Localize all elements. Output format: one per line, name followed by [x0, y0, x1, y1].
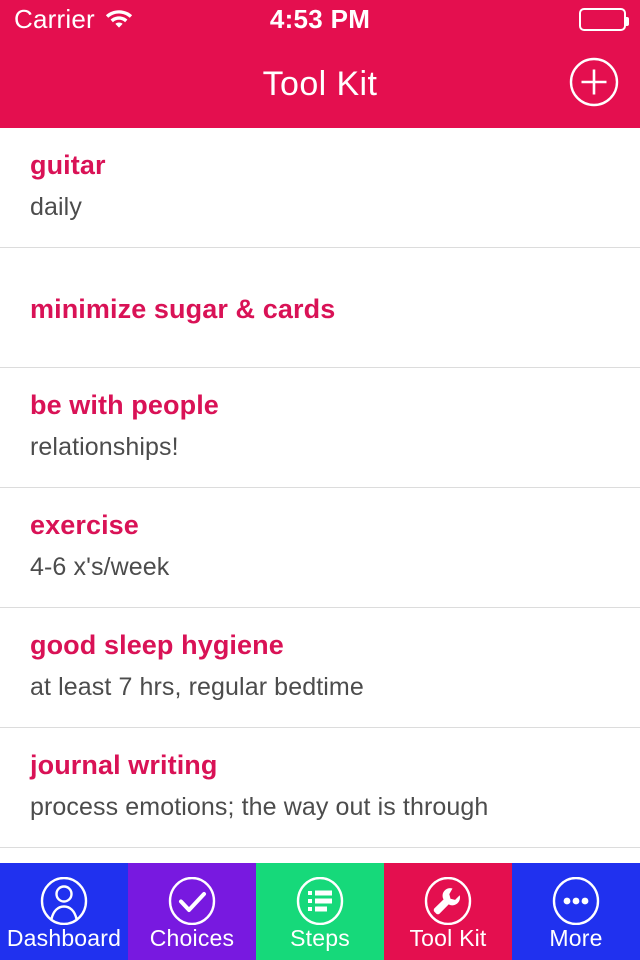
status-bar-center: 4:53 PM	[0, 2, 640, 36]
check-circle-icon	[163, 876, 221, 926]
tab-dashboard[interactable]: Dashboard	[0, 863, 128, 960]
row-subtitle: daily	[30, 193, 82, 221]
table-row[interactable]: guitar daily	[0, 128, 640, 248]
row-title: guitar	[30, 150, 106, 180]
battery-full-icon	[579, 7, 629, 31]
tab-more[interactable]: More	[512, 863, 640, 960]
tab-label: Dashboard	[6, 925, 122, 951]
tab-toolkit[interactable]: Tool Kit	[384, 863, 512, 960]
table-row[interactable]: exercise 4-6 x's/week	[0, 488, 640, 608]
table-row[interactable]: journal writing process emotions; the wa…	[0, 728, 640, 848]
add-button[interactable]	[566, 56, 622, 112]
status-bar-right	[579, 2, 629, 36]
row-title: minimize sugar & cards	[30, 294, 336, 324]
tab-label: Tool Kit	[409, 925, 487, 951]
row-subtitle: process emotions; the way out is through	[30, 793, 489, 821]
table-row[interactable]: be with people relationships!	[0, 368, 640, 488]
row-title: exercise	[30, 510, 139, 540]
tab-label: Steps	[290, 925, 350, 951]
row-title: journal writing	[30, 750, 218, 780]
row-subtitle: at least 7 hrs, regular bedtime	[30, 673, 364, 701]
ellipsis-circle-icon	[547, 876, 605, 926]
page-title: Tool Kit	[262, 64, 378, 103]
row-subtitle: 4-6 x's/week	[30, 553, 170, 581]
tab-steps[interactable]: Steps	[256, 863, 384, 960]
row-title: be with people	[30, 390, 219, 420]
row-title: good sleep hygiene	[30, 630, 284, 660]
tab-label: Choices	[149, 925, 235, 951]
table-row[interactable]: good sleep hygiene at least 7 hrs, regul…	[0, 608, 640, 728]
row-subtitle: relationships!	[30, 433, 179, 461]
tab-bar: Dashboard Choices Steps Tool Kit More	[0, 863, 640, 960]
app-screen: Carrier 4:53 PM Tool Kit guitar daily mi…	[0, 0, 640, 960]
table-row[interactable]: minimize sugar & cards	[0, 248, 640, 368]
tab-label: More	[549, 925, 603, 951]
status-bar: Carrier 4:53 PM	[0, 0, 640, 40]
clock-label: 4:53 PM	[269, 3, 371, 34]
tab-choices[interactable]: Choices	[128, 863, 256, 960]
plus-circle-icon	[568, 56, 620, 113]
list-circle-icon	[291, 876, 349, 926]
navigation-bar: Carrier 4:53 PM Tool Kit	[0, 0, 640, 128]
toolkit-list: guitar daily minimize sugar & cards be w…	[0, 128, 640, 863]
battery-nub	[626, 16, 629, 26]
navigation-bar-body: Tool Kit	[0, 40, 640, 128]
person-circle-icon	[35, 876, 93, 926]
wrench-circle-icon	[419, 876, 477, 926]
